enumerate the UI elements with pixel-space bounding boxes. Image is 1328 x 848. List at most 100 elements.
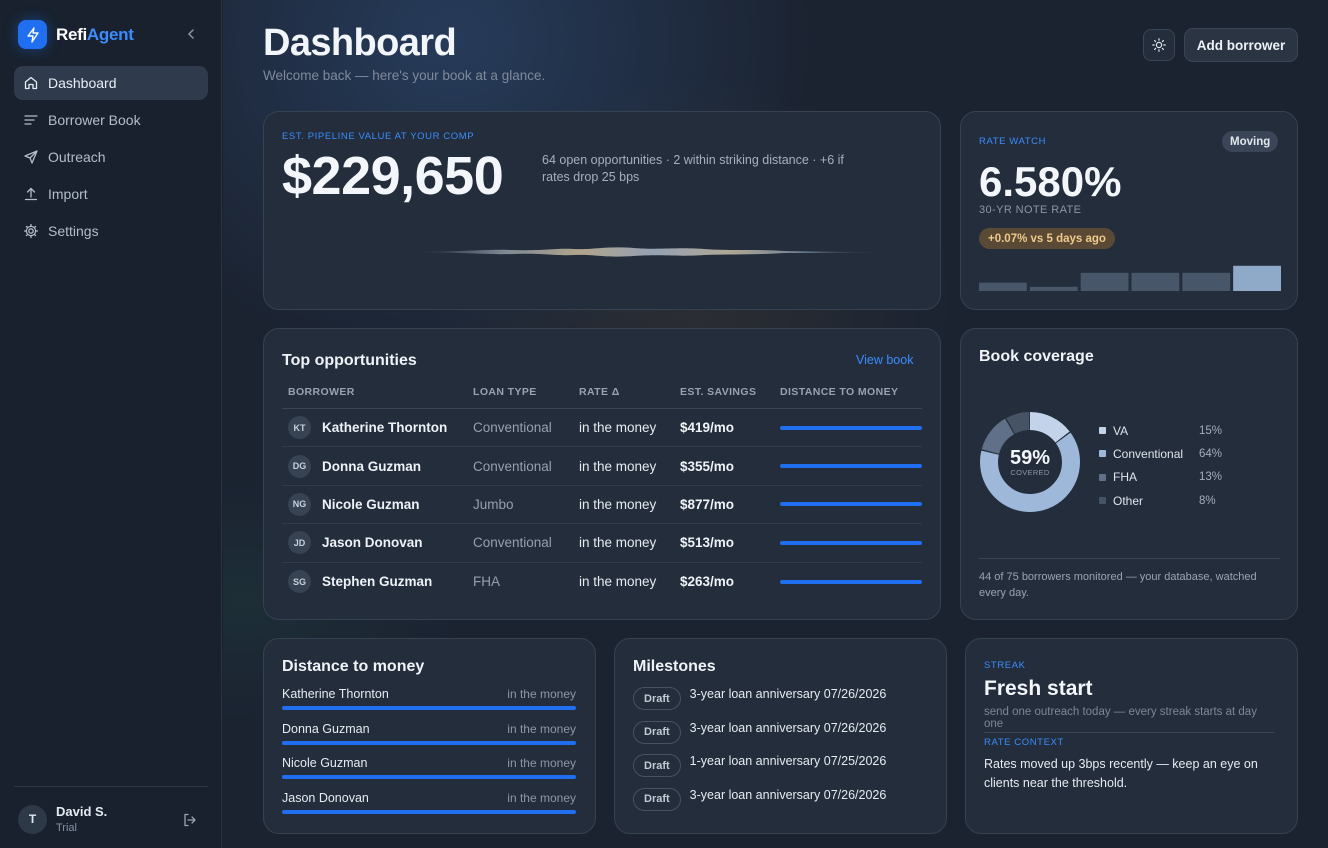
avatar: JD — [288, 531, 311, 555]
rate-history-bars — [979, 265, 1281, 291]
distance-bar — [780, 540, 922, 545]
borrower-name: Nicole Guzman — [282, 756, 368, 771]
list-item[interactable]: Draft 3-year loan anniversary 07/26/2026 — [633, 720, 933, 754]
gear-icon — [23, 223, 39, 239]
column-header[interactable]: RATE Δ — [573, 386, 674, 408]
user-plan: Trial — [56, 822, 77, 834]
streak-kicker: STREAK — [984, 660, 1026, 671]
sidebar-item-label: Outreach — [48, 149, 106, 165]
rate-watch-kicker: RATE WATCH — [979, 136, 1047, 147]
distance-bar — [282, 740, 576, 745]
coverage-donut: 59% COVERED — [980, 412, 1080, 512]
list-item[interactable]: Nicole Guzman in the money — [282, 756, 576, 791]
table-row[interactable]: NG Nicole Guzman Jumbo in the money $877/… — [282, 486, 922, 525]
logout-icon[interactable] — [182, 812, 198, 828]
coverage-legend: VA 15% Conventional 64% FHA 13% Other 8% — [1099, 419, 1229, 512]
legend-swatch — [1099, 427, 1106, 435]
legend-name: Conventional — [1113, 446, 1184, 461]
list-item[interactable]: Draft 1-year loan anniversary 07/25/2026 — [633, 753, 933, 787]
avatar: T — [18, 804, 47, 834]
borrower-name: Katherine Thornton — [282, 687, 389, 701]
milestone-text: 1-year loan anniversary 07/25/2026 — [689, 754, 887, 768]
sidebar-item-settings[interactable]: Settings — [14, 214, 208, 248]
table-row[interactable]: KT Katherine Thornton Conventional in the… — [282, 409, 922, 448]
distance-bar — [282, 775, 576, 780]
rate-context-text: Rates moved up 3bps recently — keep an e… — [984, 757, 1258, 790]
distance-bar — [780, 579, 922, 584]
avatar: SG — [288, 570, 311, 594]
column-header[interactable]: BORROWER — [282, 386, 467, 408]
column-header[interactable]: DISTANCE TO MONEY — [774, 386, 922, 408]
table-row[interactable]: JD Jason Donovan Conventional in the mone… — [282, 524, 922, 563]
draft-badge[interactable]: Draft — [633, 754, 681, 777]
borrower-name: Jason Donovan — [322, 535, 423, 551]
add-borrower-button[interactable]: Add borrower — [1184, 28, 1298, 62]
collapse-sidebar-icon[interactable] — [183, 24, 199, 44]
list-item[interactable]: Draft 3-year loan anniversary 07/26/2026 — [633, 787, 933, 821]
streak-card: STREAK Fresh start send one outreach tod… — [965, 638, 1298, 834]
rate-delta: in the money — [579, 496, 657, 512]
opportunities-table: BORROWER LOAN TYPE RATE Δ EST. SAVINGS D… — [282, 386, 922, 601]
sidebar-item-outreach[interactable]: Outreach — [14, 140, 208, 174]
rate-delta: in the money — [579, 458, 657, 474]
column-header[interactable]: EST. SAVINGS — [674, 386, 774, 408]
bolt-icon — [18, 20, 47, 49]
loan-type: Jumbo — [473, 496, 514, 512]
rate-context-kicker: RATE CONTEXT — [984, 737, 1064, 748]
column-header[interactable]: LOAN TYPE — [467, 386, 573, 408]
rate-delta: in the money — [579, 574, 657, 590]
card-title: Top opportunities — [282, 352, 417, 369]
draft-badge[interactable]: Draft — [633, 787, 681, 811]
user-profile[interactable]: T David S. Trial — [18, 804, 107, 834]
card-title: Distance to money — [282, 658, 425, 675]
brand-name: RefiAgent — [56, 24, 134, 44]
sidebar-item-label: Borrower Book — [48, 112, 141, 128]
coverage-note: 44 of 75 borrowers monitored — your data… — [979, 571, 1257, 599]
rate-history-bar — [1029, 286, 1078, 291]
list-item[interactable]: Draft 3-year loan anniversary 07/26/2026 — [633, 686, 933, 720]
loan-type: Conventional — [473, 535, 552, 551]
avatar: KT — [288, 416, 311, 440]
send-icon — [24, 150, 38, 164]
sidebar-item-dashboard[interactable]: Dashboard — [14, 66, 208, 100]
sidebar-item-borrower-book[interactable]: Borrower Book — [14, 103, 208, 137]
distance-bar — [780, 502, 922, 507]
borrower-name: Katherine Thornton — [322, 420, 448, 436]
sun-icon — [1152, 38, 1166, 52]
home-icon — [24, 76, 38, 90]
donut-center-label: COVERED — [1010, 468, 1049, 477]
legend-pct: 15% — [1199, 424, 1223, 437]
est-savings: $419/mo — [680, 420, 735, 436]
distance-status: in the money — [507, 756, 576, 771]
list-item[interactable]: Jason Donovan in the money — [282, 791, 576, 826]
est-savings: $877/mo — [680, 496, 735, 512]
distance-list: Katherine Thornton in the money Donna Guz… — [282, 687, 576, 826]
rate-watch-card: RATE WATCH Moving 6.580% 30-YR NOTE RATE… — [960, 111, 1298, 310]
streak-subtitle: send one outreach today — every streak s… — [984, 706, 1274, 733]
upload-icon — [24, 187, 38, 201]
top-opportunities-card: Top opportunities View book BORROWER LOA… — [263, 328, 941, 620]
rate-delta: in the money — [579, 420, 657, 436]
sidebar-item-label: Settings — [48, 223, 99, 239]
brand[interactable]: RefiAgent — [18, 20, 134, 49]
view-book-link[interactable]: View book — [856, 353, 913, 367]
list-item[interactable]: Donna Guzman in the money — [282, 722, 576, 757]
legend-item: FHA 13% — [1099, 466, 1229, 489]
legend-swatch — [1099, 450, 1106, 458]
legend-name: FHA — [1113, 470, 1137, 485]
table-row[interactable]: DG Donna Guzman Conventional in the money… — [282, 447, 922, 486]
book-coverage-card: Book coverage 59% COVERED VA 15% Conventi… — [960, 328, 1298, 620]
distance-status: in the money — [507, 687, 576, 701]
distance-status: in the money — [507, 721, 576, 736]
sidebar-item-import[interactable]: Import — [14, 177, 208, 211]
draft-badge[interactable]: Draft — [633, 687, 681, 710]
rate-value: 6.580% — [979, 158, 1122, 205]
sidebar-item-label: Dashboard — [48, 75, 117, 91]
main-content: Dashboard Welcome back — here's your boo… — [223, 0, 1328, 848]
draft-badge[interactable]: Draft — [633, 720, 681, 744]
list-icon — [24, 115, 38, 125]
list-item[interactable]: Katherine Thornton in the money — [282, 687, 576, 722]
theme-toggle-button[interactable] — [1143, 29, 1175, 61]
distance-bar — [282, 810, 576, 815]
table-row[interactable]: SG Stephen Guzman FHA in the money $263/m… — [282, 563, 922, 601]
